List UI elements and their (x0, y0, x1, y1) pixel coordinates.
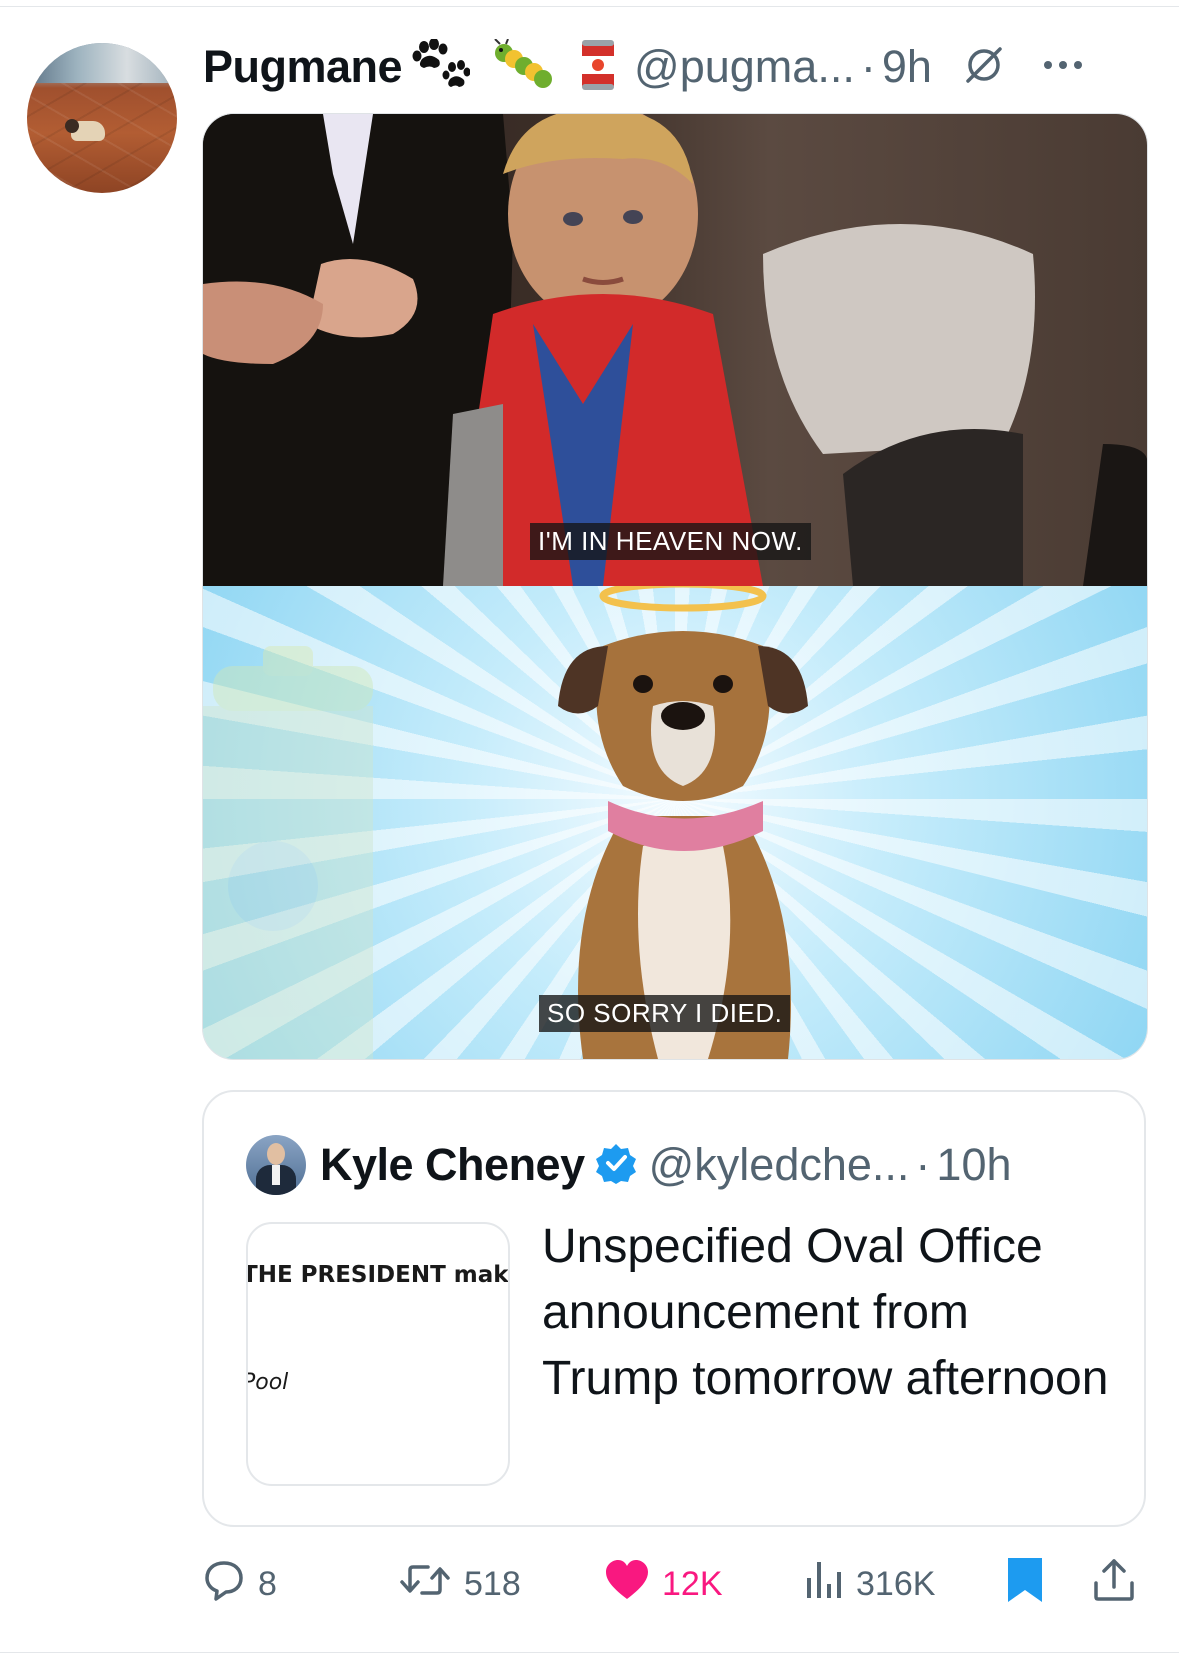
tomato-can-emoji-icon (578, 37, 618, 98)
quoted-tweet-timestamp[interactable]: 10h (936, 1139, 1011, 1191)
grok-icon[interactable] (962, 43, 1006, 92)
reply-icon (202, 1558, 246, 1611)
like-count: 12K (662, 1564, 723, 1603)
quoted-author-handle[interactable]: @kyledche... (649, 1139, 910, 1191)
boy-scene-illustration (203, 114, 1147, 586)
tweet-timestamp[interactable]: 9h (882, 41, 932, 93)
share-button[interactable] (1092, 1554, 1136, 1614)
tweet-actions: 8 518 12K 316K (202, 1554, 1146, 1614)
dog-heaven-illustration (203, 586, 808, 1059)
quoted-author-avatar[interactable] (246, 1135, 306, 1195)
bottom-divider (0, 1652, 1179, 1653)
bookmark-button[interactable] (1006, 1554, 1044, 1614)
verified-badge-icon (595, 1142, 637, 1189)
quoted-header-separator: · (915, 1139, 931, 1190)
quoted-tweet-thumbnail[interactable]: THE PRESIDENT makes Pool (246, 1222, 510, 1486)
reply-button[interactable]: 8 (202, 1554, 277, 1614)
panel-bottom-caption: SO SORRY I DIED. (539, 995, 791, 1032)
meme-panel-dog: SO SORRY I DIED. (203, 586, 1147, 1059)
repost-icon (398, 1558, 452, 1611)
top-divider (0, 6, 1179, 7)
more-options-icon[interactable] (1042, 58, 1084, 76)
like-button[interactable]: 12K (604, 1554, 723, 1614)
quoted-author-display-name[interactable]: Kyle Cheney (320, 1139, 585, 1191)
repost-count: 518 (464, 1564, 521, 1603)
bookmark-icon (1006, 1556, 1044, 1613)
tweet-media[interactable]: I'M IN HEAVEN NOW. SO SORRY I DIED. (202, 113, 1148, 1060)
share-icon (1092, 1557, 1136, 1612)
pug-figure (65, 119, 105, 141)
header-separator: · (860, 41, 876, 92)
repost-button[interactable]: 518 (398, 1554, 521, 1614)
author-avatar[interactable] (27, 43, 177, 193)
author-handle[interactable]: @pugma... (634, 41, 855, 93)
thumbnail-headline: THE PRESIDENT makes (246, 1262, 508, 1288)
panel-top-caption: I'M IN HEAVEN NOW. (530, 523, 811, 560)
quoted-tweet-header: Kyle Cheney @kyledche... · 10h (246, 1134, 1012, 1196)
views-chart-icon (804, 1558, 844, 1611)
reply-count: 8 (258, 1564, 277, 1603)
quoted-tweet[interactable]: Kyle Cheney @kyledche... · 10h THE PRESI… (202, 1090, 1146, 1527)
views-button[interactable]: 316K (804, 1554, 935, 1614)
tweet-header: Pugmane @pugma... · 9h (203, 37, 1103, 98)
author-display-name[interactable]: Pugmane (203, 41, 403, 93)
paw-prints-emoji-icon (412, 37, 471, 96)
heart-icon (604, 1559, 650, 1610)
quoted-tweet-text: Unspecified Oval Office announcement fro… (542, 1220, 1109, 1405)
bug-emoji-icon (492, 37, 554, 96)
thumbnail-credit: Pool (246, 1370, 289, 1395)
meme-panel-boy: I'M IN HEAVEN NOW. (203, 114, 1147, 586)
views-count: 316K (856, 1564, 936, 1603)
